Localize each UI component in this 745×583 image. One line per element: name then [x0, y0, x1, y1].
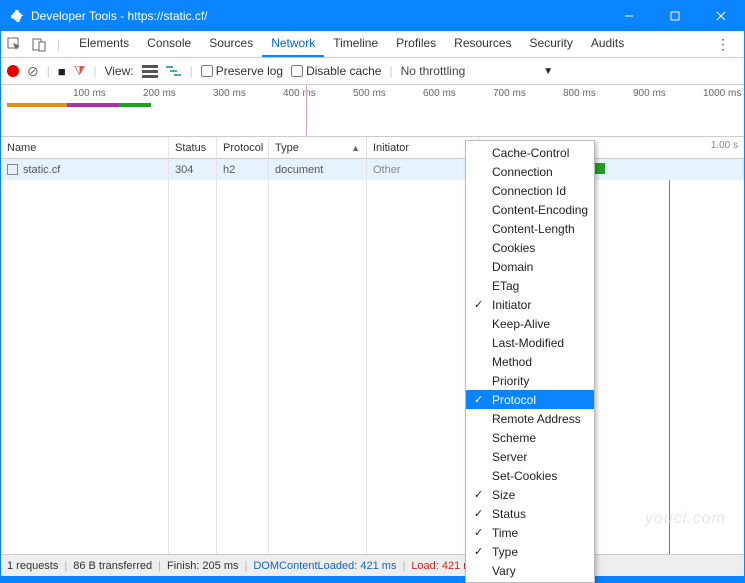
status-bar: 1 requests| 86 B transferred| Finish: 20…	[1, 554, 744, 576]
tab-elements[interactable]: Elements	[70, 31, 138, 57]
capture-screenshots-icon[interactable]: ■‍	[58, 64, 66, 79]
filter-icon[interactable]: ⧩	[74, 63, 86, 79]
header-type[interactable]: Type▲	[269, 137, 367, 158]
menu-item-cookies[interactable]: Cookies	[466, 238, 594, 257]
table-body: youcl.com	[1, 180, 744, 554]
menu-item-scheme[interactable]: Scheme	[466, 428, 594, 447]
menu-item-set-cookies[interactable]: Set-Cookies	[466, 466, 594, 485]
menu-item-vary[interactable]: Vary	[466, 561, 594, 580]
menu-item-method[interactable]: Method	[466, 352, 594, 371]
menu-item-type[interactable]: ✓Type	[466, 542, 594, 561]
cell-protocol: h2	[217, 159, 269, 180]
close-button[interactable]	[698, 1, 744, 31]
status-requests: 1 requests	[7, 560, 58, 572]
tab-network[interactable]: Network	[262, 31, 324, 57]
header-protocol[interactable]: Protocol	[217, 137, 269, 158]
cell-status: 304	[169, 159, 217, 180]
menu-item-connection-id[interactable]: Connection Id	[466, 181, 594, 200]
minimize-button[interactable]	[606, 1, 652, 31]
more-options-icon[interactable]: ⋮	[708, 36, 738, 53]
large-rows-icon[interactable]	[142, 64, 158, 78]
panel-tabs: Elements Console Sources Network Timelin…	[70, 31, 633, 57]
disable-cache-checkbox[interactable]: Disable cache	[291, 64, 381, 78]
menu-item-connection[interactable]: Connection	[466, 162, 594, 181]
view-label: View:	[104, 64, 133, 78]
record-button[interactable]	[7, 65, 19, 77]
waterfall-icon[interactable]	[166, 64, 182, 78]
cell-initiator: Other	[367, 159, 479, 180]
device-toolbar-icon[interactable]	[32, 37, 47, 52]
tab-resources[interactable]: Resources	[445, 31, 520, 57]
menu-item-last-modified[interactable]: Last-Modified	[466, 333, 594, 352]
table-row[interactable]: static.cf 304 h2 document Other	[1, 159, 744, 180]
timeline-overview[interactable]: 100 ms 200 ms 300 ms 400 ms 500 ms 600 m…	[1, 85, 744, 137]
menu-item-remote-address[interactable]: Remote Address	[466, 409, 594, 428]
menu-item-domain[interactable]: Domain	[466, 257, 594, 276]
waterfall-bar-download	[595, 163, 605, 174]
sort-asc-icon: ▲	[351, 143, 360, 153]
throttling-dropdown-icon[interactable]: ▼	[543, 66, 553, 77]
column-context-menu: Cache-ControlConnectionConnection IdCont…	[465, 140, 595, 583]
menu-item-initiator[interactable]: ✓Initiator	[466, 295, 594, 314]
load-event-line	[669, 180, 670, 554]
overview-load-line	[306, 85, 307, 136]
status-domcontentloaded: DOMContentLoaded: 421 ms	[253, 560, 396, 572]
file-icon	[7, 164, 18, 175]
table-header: Name Status Protocol Type▲ Initiator Tim…	[1, 137, 744, 159]
header-status[interactable]: Status	[169, 137, 217, 158]
clear-button[interactable]: ⊘	[27, 63, 39, 80]
menu-item-cache-control[interactable]: Cache-Control	[466, 143, 594, 162]
header-initiator[interactable]: Initiator	[367, 137, 479, 158]
main-toolbar: | Elements Console Sources Network Timel…	[1, 31, 744, 58]
tab-security[interactable]: Security	[521, 31, 582, 57]
menu-item-status[interactable]: ✓Status	[466, 504, 594, 523]
menu-item-server[interactable]: Server	[466, 447, 594, 466]
tab-profiles[interactable]: Profiles	[387, 31, 445, 57]
tab-console[interactable]: Console	[138, 31, 200, 57]
overview-bar-stalled	[7, 103, 67, 107]
menu-item-content-encoding[interactable]: Content-Encoding	[466, 200, 594, 219]
overview-bar-content	[119, 103, 151, 107]
header-name[interactable]: Name	[1, 137, 169, 158]
tab-audits[interactable]: Audits	[582, 31, 633, 57]
menu-item-size[interactable]: ✓Size	[466, 485, 594, 504]
menu-item-time[interactable]: ✓Time	[466, 523, 594, 542]
maximize-button[interactable]	[652, 1, 698, 31]
menu-item-etag[interactable]: ETag	[466, 276, 594, 295]
menu-item-priority[interactable]: Priority	[466, 371, 594, 390]
network-toolbar: ⊘ | ■‍ ⧩ | View: | Preserve log Disable …	[1, 58, 744, 85]
inspect-element-icon[interactable]	[7, 37, 22, 52]
titlebar: Developer Tools - https://static.cf/	[1, 1, 744, 31]
window-title: Developer Tools - https://static.cf/	[31, 9, 606, 23]
overview-bar-dns	[67, 103, 119, 107]
preserve-log-checkbox[interactable]: Preserve log	[201, 64, 283, 78]
menu-item-content-length[interactable]: Content-Length	[466, 219, 594, 238]
throttling-select[interactable]: No throttling	[401, 64, 466, 78]
cell-type: document	[269, 159, 367, 180]
app-icon	[9, 8, 25, 24]
tab-timeline[interactable]: Timeline	[324, 31, 387, 57]
watermark: youcl.com	[645, 510, 726, 528]
cell-name: static.cf	[1, 159, 169, 180]
menu-item-protocol[interactable]: ✓Protocol	[466, 390, 594, 409]
status-finish: Finish: 205 ms	[167, 560, 239, 572]
status-transferred: 86 B transferred	[73, 560, 152, 572]
menu-item-keep-alive[interactable]: Keep-Alive	[466, 314, 594, 333]
tab-sources[interactable]: Sources	[200, 31, 262, 57]
